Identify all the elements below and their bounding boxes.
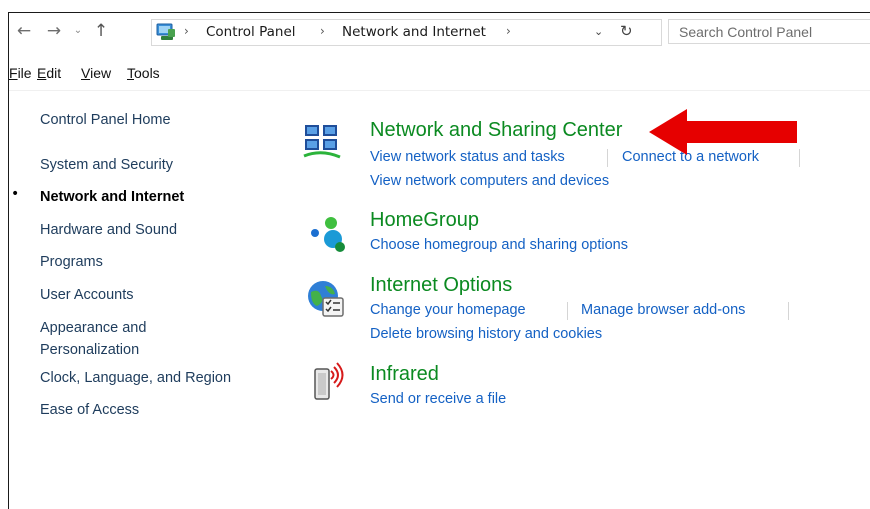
task-separator: [567, 302, 568, 320]
refresh-icon[interactable]: ↻: [620, 22, 633, 40]
address-bar[interactable]: › Control Panel › Network and Internet ›…: [151, 19, 662, 46]
sidebar-item-user-accounts[interactable]: User Accounts: [40, 284, 134, 306]
task-view-network-computers[interactable]: View network computers and devices: [370, 173, 609, 189]
category-infrared[interactable]: Infrared: [370, 363, 439, 386]
sidebar-item-label-line: Personalization: [40, 342, 140, 358]
breadcrumb-separator-icon[interactable]: ›: [506, 24, 511, 38]
forward-arrow-icon[interactable]: →: [43, 19, 65, 43]
breadcrumb-separator-icon[interactable]: ›: [320, 24, 325, 38]
menu-view[interactable]: View: [81, 65, 111, 81]
task-choose-homegroup-options[interactable]: Choose homegroup and sharing options: [370, 237, 628, 253]
task-separator: [788, 302, 789, 320]
sidebar-item-clock-language-and-region[interactable]: Clock, Language, and Region: [40, 367, 231, 389]
search-input[interactable]: [668, 19, 870, 44]
red-annotation-arrow-icon: [649, 109, 797, 155]
sidebar-item-system-and-security[interactable]: System and Security: [40, 154, 173, 176]
infrared-icon[interactable]: [309, 361, 351, 403]
sidebar-item-control-panel-home[interactable]: Control Panel Home: [40, 109, 171, 131]
control-panel-icon: [156, 23, 175, 40]
menu-edit[interactable]: Edit: [37, 65, 61, 81]
breadcrumb-separator-icon[interactable]: ›: [184, 24, 189, 38]
internet-options-icon[interactable]: [305, 278, 347, 320]
sidebar-item-appearance-and-personalization[interactable]: Appearance and Personalization: [40, 317, 146, 361]
task-change-homepage[interactable]: Change your homepage: [370, 302, 526, 318]
homegroup-icon[interactable]: [309, 213, 351, 255]
category-internet-options[interactable]: Internet Options: [370, 274, 512, 297]
task-separator: [799, 149, 800, 167]
menu-bar: File Edit View Tools: [9, 63, 870, 85]
category-homegroup[interactable]: HomeGroup: [370, 209, 479, 232]
sidebar-item-label-line: Appearance and: [40, 320, 147, 336]
address-dropdown-chevron-icon[interactable]: ⌄: [594, 25, 603, 38]
task-view-network-status[interactable]: View network status and tasks: [370, 149, 565, 165]
recent-locations-chevron-icon[interactable]: ⌄: [71, 19, 85, 43]
current-item-bullet: •: [11, 186, 20, 202]
task-delete-browsing-history[interactable]: Delete browsing history and cookies: [370, 326, 602, 342]
menu-file[interactable]: File: [9, 65, 32, 81]
sidebar-item-ease-of-access[interactable]: Ease of Access: [40, 399, 139, 421]
menu-tools[interactable]: Tools: [127, 65, 160, 81]
task-separator: [607, 149, 608, 167]
control-panel-window: ← → ⌄ ↑ › Control Panel › Network and In…: [8, 12, 870, 509]
task-manage-browser-addons[interactable]: Manage browser add-ons: [581, 302, 745, 318]
sidebar-item-hardware-and-sound[interactable]: Hardware and Sound: [40, 219, 177, 241]
menu-divider: [9, 90, 870, 91]
breadcrumb-control-panel[interactable]: Control Panel: [206, 24, 296, 40]
sidebar-item-network-and-internet: Network and Internet: [40, 189, 185, 205]
back-arrow-icon[interactable]: ←: [13, 19, 35, 43]
breadcrumb-network-and-internet[interactable]: Network and Internet: [342, 24, 486, 40]
navigation-bar: ← → ⌄ ↑ › Control Panel › Network and In…: [9, 13, 870, 51]
sidebar-item-programs[interactable]: Programs: [40, 251, 103, 273]
category-network-and-sharing-center[interactable]: Network and Sharing Center: [370, 119, 622, 142]
network-sharing-icon[interactable]: [301, 121, 343, 163]
up-arrow-icon[interactable]: ↑: [91, 19, 111, 43]
task-send-or-receive-file[interactable]: Send or receive a file: [370, 391, 506, 407]
